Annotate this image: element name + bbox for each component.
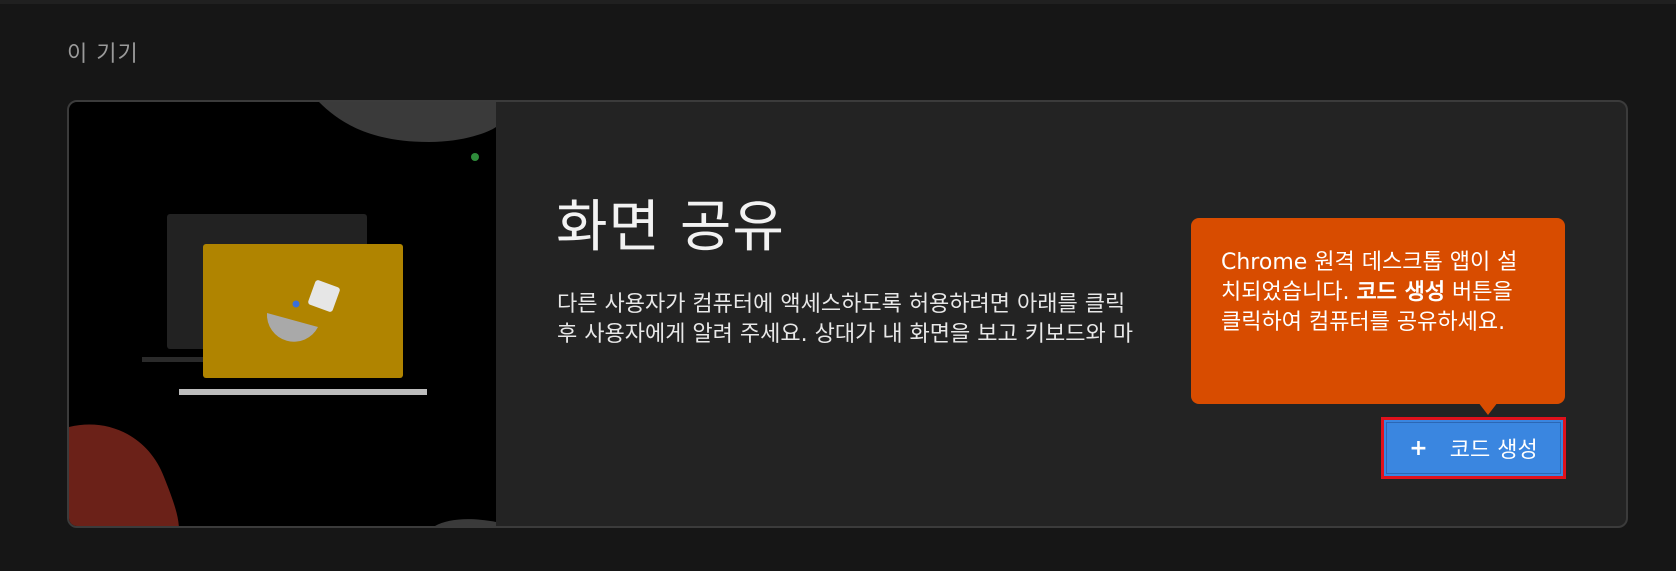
generate-code-label: 코드 생성: [1449, 438, 1538, 463]
laptop-front-screen: [203, 244, 403, 378]
card-description: 다른 사용자가 컴퓨터에 액세스하도록 허용하려면 아래를 클릭 후 사용자에게…: [557, 290, 1197, 350]
decor-blob-red: [69, 424, 179, 526]
screen-share-illustration: [69, 102, 496, 526]
plus-icon: +: [1409, 435, 1428, 461]
install-complete-tooltip: Chrome 원격 데스크톱 앱이 설치되었습니다. 코드 생성 버튼을 클릭하…: [1191, 218, 1565, 404]
tooltip-arrow: [1478, 402, 1498, 415]
card-description-line-1: 다른 사용자가 컴퓨터에 액세스하도록 허용하려면 아래를 클릭: [557, 292, 1126, 317]
top-bar: [0, 0, 1676, 4]
decor-blob-top: [319, 102, 496, 142]
screen-shape-dot: [292, 300, 300, 308]
card-description-line-2: 후 사용자에게 알려 주세요. 상대가 내 화면을 보고 키보드와 마: [557, 322, 1133, 347]
generate-code-button[interactable]: + 코드 생성: [1381, 417, 1566, 479]
tooltip-text-bold: 코드 생성: [1356, 280, 1446, 305]
laptop-front-base: [179, 389, 427, 395]
decor-dot-green: [471, 153, 479, 161]
section-label: 이 기기: [67, 42, 139, 67]
card-title: 화면 공유: [556, 195, 785, 260]
decor-blob-bottom: [435, 519, 496, 526]
